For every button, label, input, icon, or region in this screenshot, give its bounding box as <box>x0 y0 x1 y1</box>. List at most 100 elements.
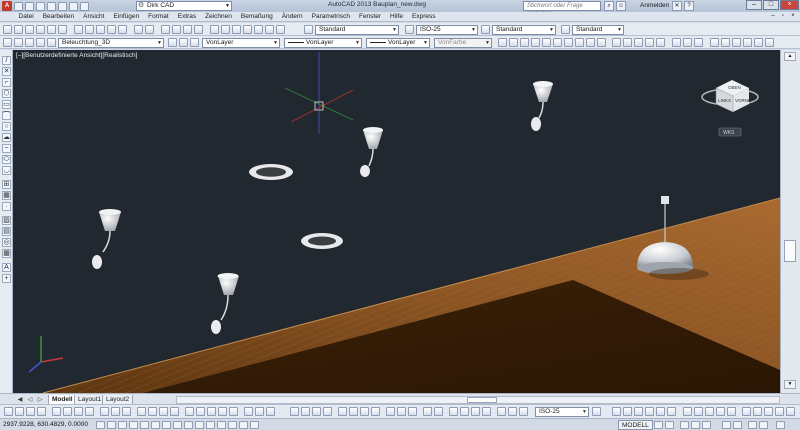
bottom-tool-icon-22[interactable] <box>255 407 264 416</box>
model-space-button[interactable]: MODELL <box>618 420 653 430</box>
help-icon[interactable]: ? <box>684 1 694 11</box>
continue-icon[interactable] <box>408 407 417 416</box>
quick-view-layouts-icon[interactable] <box>654 421 663 429</box>
zoom-window-icon[interactable] <box>183 25 192 34</box>
bottom-tool-icon-2[interactable] <box>15 407 24 416</box>
annotation-visibility-icon[interactable] <box>691 421 700 429</box>
layer-dropdown[interactable]: Beleuchtung_3D ▼ <box>58 38 164 48</box>
view-icon-3[interactable] <box>520 38 529 47</box>
horizontal-scrollbar[interactable] <box>176 396 780 404</box>
menu-ansicht[interactable]: Ansicht <box>79 12 109 22</box>
close-button[interactable]: × <box>780 0 799 10</box>
hatch-icon[interactable]: ▨ <box>2 216 11 225</box>
view-icon-1[interactable] <box>498 38 507 47</box>
view-icon-2[interactable] <box>509 38 518 47</box>
zoom-previous-icon[interactable] <box>194 25 203 34</box>
view-icon-4[interactable] <box>531 38 540 47</box>
dim-style-dropdown[interactable]: ISO-25 ▼ <box>416 25 478 35</box>
text-style-dropdown[interactable]: Standard ▼ <box>315 25 399 35</box>
arc-icon[interactable]: ⌒ <box>2 111 11 120</box>
shade-icon-3[interactable] <box>645 407 654 416</box>
viewport-label[interactable]: [–][Benutzerdefinierte Ansicht][Realisti… <box>16 52 137 59</box>
polyline-icon[interactable]: ⌐ <box>2 78 11 87</box>
scroll-up-arrow-icon[interactable]: ▲ <box>784 52 796 61</box>
tool-icon-r7[interactable] <box>753 407 762 416</box>
redo-icon[interactable] <box>80 1 89 11</box>
region-icon[interactable]: ◎ <box>2 238 11 247</box>
scroll-thumb[interactable] <box>784 240 796 262</box>
construction-line-icon[interactable]: ✕ <box>2 67 11 76</box>
polar-tracking-icon[interactable] <box>140 421 149 429</box>
layer-manager-icon[interactable] <box>3 38 12 47</box>
make-current-layer-icon[interactable] <box>168 38 177 47</box>
menu-bemassung[interactable]: Bemaßung <box>236 12 277 22</box>
viewcube-top-label[interactable]: OBEN <box>728 85 741 90</box>
publish-icon[interactable] <box>58 25 67 34</box>
materials-icon[interactable] <box>732 38 741 47</box>
vertical-scrollbar[interactable]: ▲ ▼ <box>780 50 800 393</box>
doc-minimize-button[interactable]: – <box>768 12 778 21</box>
undo-icon[interactable] <box>134 25 143 34</box>
calculator-icon[interactable] <box>265 25 274 34</box>
dynamic-input-icon[interactable] <box>195 421 204 429</box>
table-icon[interactable]: ▦ <box>2 249 11 258</box>
revision-cloud-icon[interactable]: ☁ <box>2 133 11 142</box>
tool-palettes-icon[interactable] <box>232 25 241 34</box>
tool-icon-r5[interactable] <box>727 407 736 416</box>
plotstyle-dropdown[interactable]: VonFarbe ▼ <box>434 38 492 48</box>
object-snap-tracking-icon[interactable] <box>173 421 182 429</box>
render-icon[interactable] <box>710 38 719 47</box>
continuous-orbit-icon[interactable] <box>694 38 703 47</box>
sun-icon[interactable] <box>25 38 34 47</box>
workspace-switch-icon[interactable] <box>722 421 731 429</box>
visual-style-icon-4[interactable] <box>645 38 654 47</box>
paste-icon[interactable] <box>96 25 105 34</box>
view-icon-6[interactable] <box>553 38 562 47</box>
exchange-icon[interactable]: ✕ <box>672 1 682 11</box>
bottom-tool-icon-12[interactable] <box>137 407 146 416</box>
aligned-dim-icon[interactable] <box>301 407 310 416</box>
jogged-linear-icon[interactable] <box>482 407 491 416</box>
menu-datei[interactable]: Datei <box>14 12 38 22</box>
sheet-set-icon[interactable] <box>243 25 252 34</box>
3d-object-snap-icon[interactable] <box>162 421 171 429</box>
save-icon[interactable] <box>36 1 45 11</box>
wall-sconce-2[interactable] <box>360 127 383 177</box>
doc-close-button[interactable]: × <box>788 12 798 21</box>
first-tab-icon[interactable]: ◀ <box>16 396 24 404</box>
unlock-icon[interactable] <box>36 38 45 47</box>
multileader-style-icon[interactable] <box>561 25 570 34</box>
menu-aendern[interactable]: Ändern <box>277 12 307 22</box>
menu-hilfe[interactable]: Hilfe <box>386 12 408 22</box>
make-block-icon[interactable]: ▦ <box>2 191 11 200</box>
drawing-viewport[interactable]: OBEN LINKS VORNE WKS [–][Benutzerdefinie… <box>13 50 780 393</box>
transparency-icon[interactable] <box>217 421 226 429</box>
help-icon[interactable] <box>276 25 285 34</box>
redo-icon[interactable] <box>145 25 154 34</box>
clean-screen-icon[interactable] <box>776 421 785 429</box>
save-icon[interactable] <box>25 25 34 34</box>
multiline-text-icon[interactable]: A <box>2 263 11 272</box>
workspace-dropdown[interactable]: ⚙ Dirk CAD ▼ <box>136 1 232 11</box>
menu-parametrisch[interactable]: Parametrisch <box>307 12 354 22</box>
object-snap-icon[interactable] <box>151 421 160 429</box>
tool-icon-r8[interactable] <box>764 407 773 416</box>
undo-icon[interactable] <box>69 1 78 11</box>
markup-icon[interactable] <box>254 25 263 34</box>
tool-icon-r4[interactable] <box>716 407 725 416</box>
login-button[interactable]: Anmelden <box>640 2 669 9</box>
bottom-tool-icon-11[interactable] <box>122 407 131 416</box>
pan-icon[interactable] <box>161 25 170 34</box>
lights-icon[interactable] <box>721 38 730 47</box>
free-orbit-icon[interactable] <box>683 38 692 47</box>
render-settings-icon[interactable] <box>754 38 763 47</box>
bottom-tool-icon-10[interactable] <box>111 407 120 416</box>
selection-cycling-icon[interactable] <box>239 421 248 429</box>
search-icon[interactable]: ⌕ <box>604 1 614 11</box>
visual-style-icon-5[interactable] <box>656 38 665 47</box>
bottom-tool-icon-6[interactable] <box>63 407 72 416</box>
recessed-light-1[interactable] <box>249 164 293 180</box>
circle-icon[interactable]: ○ <box>2 122 11 131</box>
minimize-button[interactable]: – <box>746 0 762 10</box>
menu-einfuegen[interactable]: Einfügen <box>109 12 144 22</box>
